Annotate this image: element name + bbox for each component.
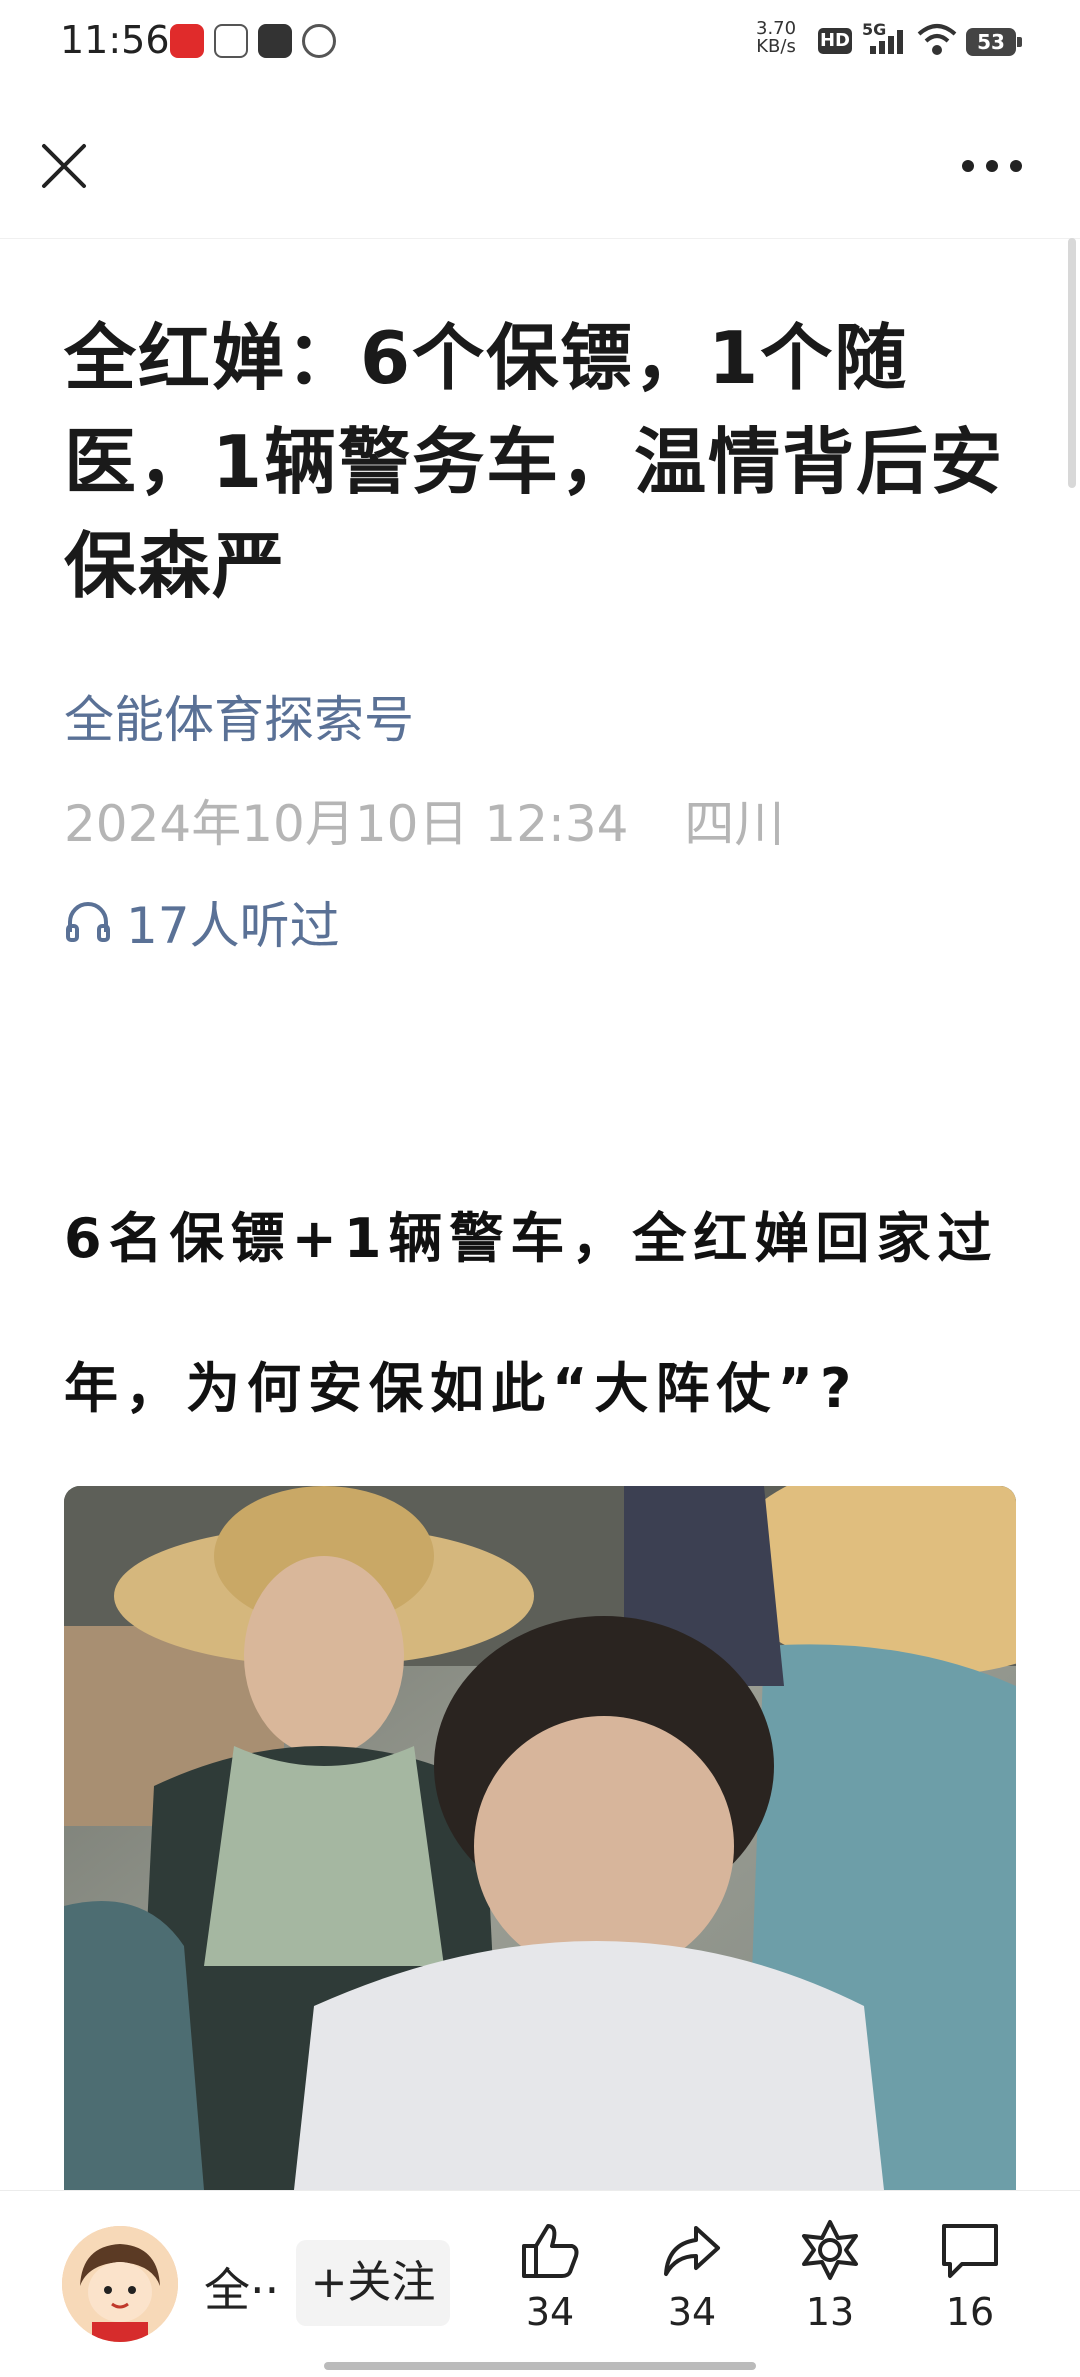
comment-button[interactable]: 16	[910, 2218, 1030, 2334]
subheading-line-1: 6名保镖+1辆警车，全红婵回家过	[64, 1207, 999, 1270]
hd-badge: HD	[818, 28, 852, 54]
headphones-icon	[66, 902, 110, 942]
network-speed-unit: KB/s	[756, 36, 796, 57]
toutiao-notification-icon	[214, 24, 248, 58]
favorite-button[interactable]: 13	[770, 2218, 890, 2334]
signal-label: 5G	[862, 20, 887, 39]
favorite-count: 13	[805, 2290, 855, 2334]
comment-icon	[942, 2224, 998, 2278]
article-author[interactable]: 全能体育探索号	[64, 680, 414, 752]
comment-count: 16	[945, 2290, 995, 2334]
status-time: 11:56	[60, 18, 170, 62]
status-bar: 11:56 3.70 KB/s HD 5G 53	[0, 0, 1080, 84]
top-nav-bar	[0, 120, 1080, 239]
leaf-notification-icon	[302, 24, 336, 58]
close-icon[interactable]	[36, 138, 92, 194]
share-button[interactable]: 34	[632, 2218, 752, 2334]
network-speed: 3.70 KB/s	[756, 20, 796, 56]
article-date: 2024年10月10日 12:34	[64, 795, 629, 853]
listen-count[interactable]: 17人听过	[64, 886, 340, 958]
share-count: 34	[667, 2290, 717, 2334]
account-name[interactable]: 全··	[204, 2254, 284, 2320]
article-subheading: 6名保镖+1辆警车，全红婵回家过 年，为何安保如此“大阵仗”?	[64, 1164, 1024, 1464]
app-notification-icon	[170, 24, 204, 58]
author-avatar[interactable]	[62, 2226, 178, 2342]
home-indicator[interactable]	[324, 2362, 756, 2370]
article-meta: 2024年10月10日 12:34 四川	[64, 784, 784, 856]
follow-button[interactable]: +关注	[296, 2240, 450, 2326]
article-photo[interactable]	[64, 1486, 1016, 2190]
like-count: 34	[525, 2290, 575, 2334]
article-title: 全红婵：6个保镖，1个随医，1辆警务车，温情背后安保森严	[64, 316, 1005, 608]
scrollbar[interactable]	[1068, 238, 1076, 488]
favorite-star-icon	[802, 2220, 858, 2280]
signal-icon: 5G	[862, 20, 906, 56]
wifi-icon	[916, 22, 958, 58]
more-options-icon[interactable]	[956, 142, 1028, 190]
battery-indicator: 53	[966, 28, 1022, 56]
thumbs-up-icon	[522, 2224, 579, 2278]
share-icon	[664, 2226, 720, 2276]
article-location: 四川	[684, 795, 785, 853]
message-notification-icon	[258, 24, 292, 58]
listen-count-text: 17人听过	[126, 897, 340, 955]
like-button[interactable]: 34	[490, 2218, 610, 2334]
subheading-line-2: 年，为何安保如此“大阵仗”?	[64, 1357, 859, 1420]
